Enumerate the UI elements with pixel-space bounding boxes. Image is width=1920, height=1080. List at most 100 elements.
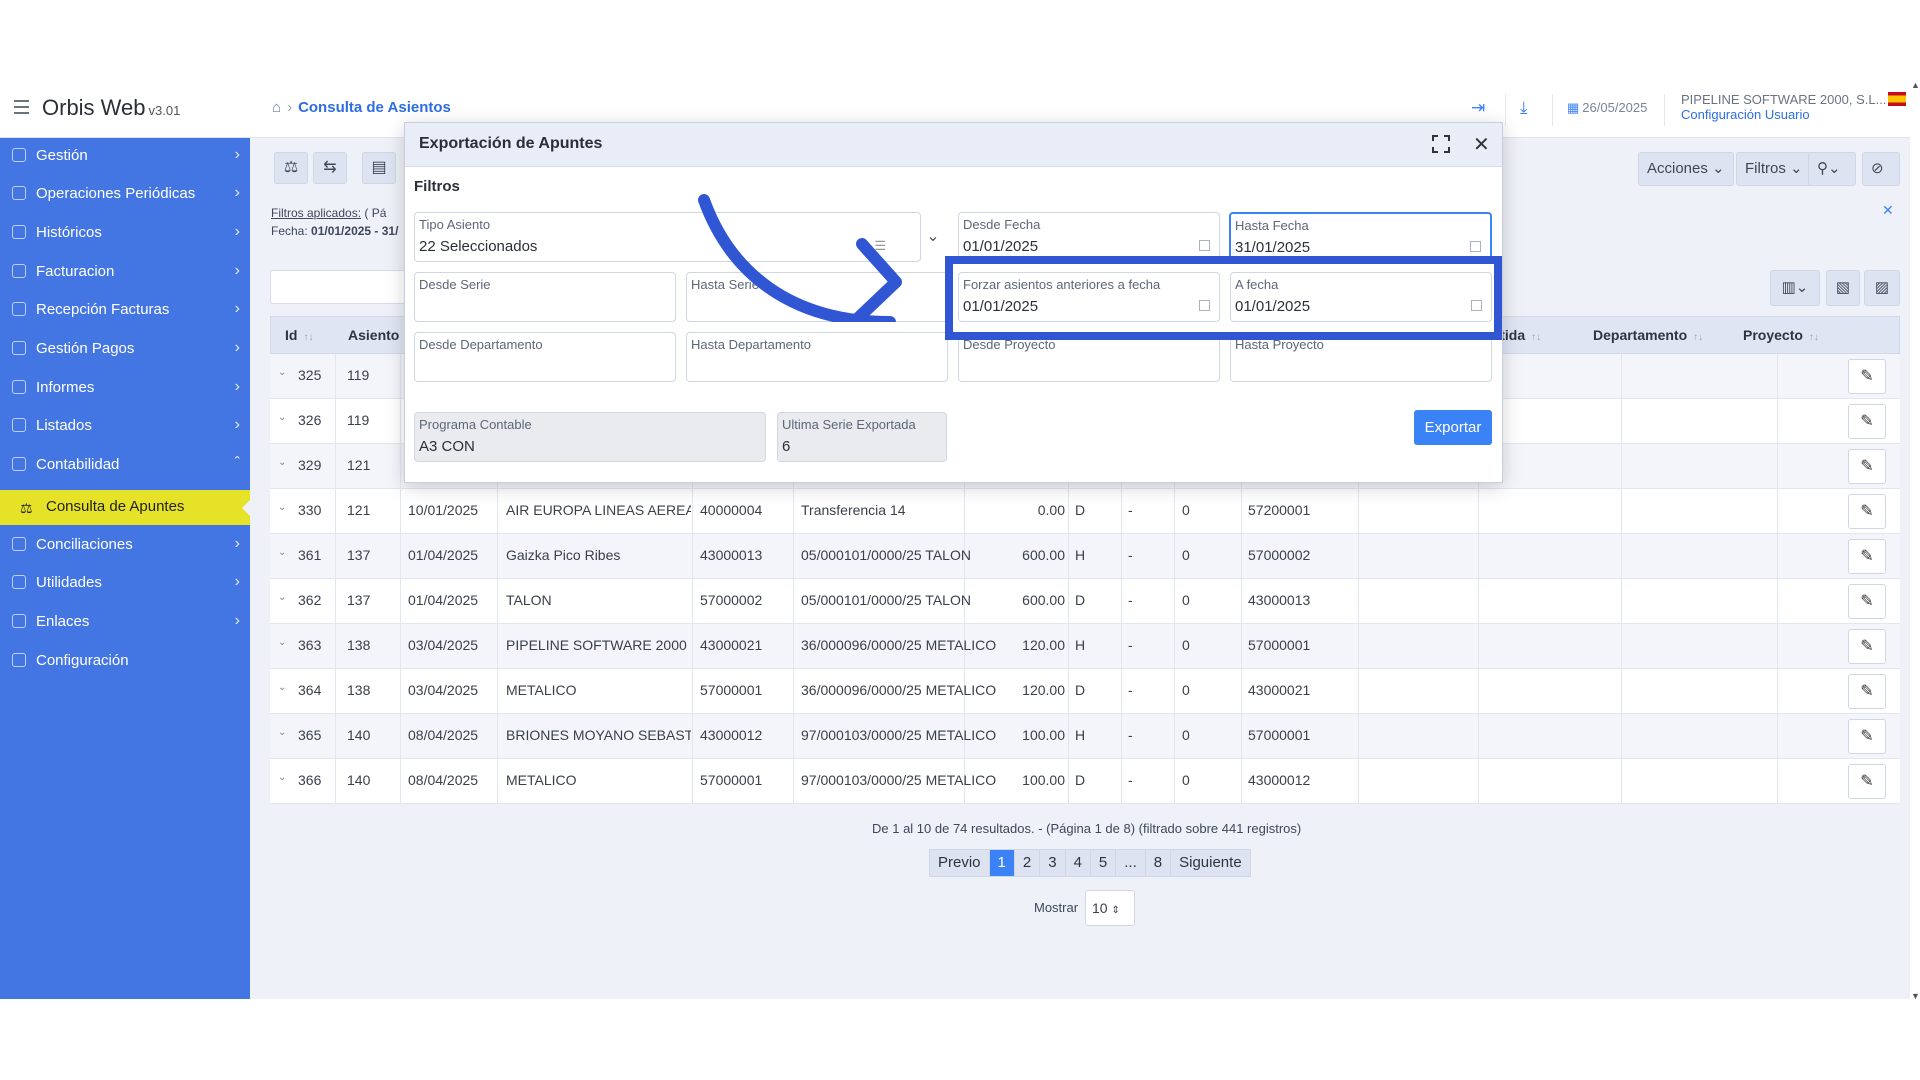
- calendar-icon[interactable]: [1470, 241, 1481, 252]
- page-size-select[interactable]: 10 ⇕: [1085, 890, 1135, 926]
- sidebar-subitem-consulta-apuntes[interactable]: ⚖ Consulta de Apuntes: [0, 490, 250, 525]
- sidebar-item-recepcion[interactable]: Recepción Facturas ›: [0, 292, 250, 330]
- next-page-button[interactable]: Siguiente: [1171, 850, 1250, 876]
- column-divider: [1358, 534, 1359, 578]
- column-divider: [1621, 759, 1622, 803]
- sidebar-item-utilidades[interactable]: Utilidades ›: [0, 565, 250, 603]
- sidebar-item-listados[interactable]: Listados ›: [0, 408, 250, 446]
- expand-row-icon[interactable]: ⌄: [278, 502, 286, 513]
- chevron-right-icon: ›: [234, 535, 240, 552]
- scroll-down-icon[interactable]: ▼: [1911, 991, 1920, 1001]
- sidebar-item-historicos[interactable]: Históricos ›: [0, 215, 250, 253]
- expand-row-icon[interactable]: ⌄: [278, 637, 286, 648]
- page-button[interactable]: 5: [1091, 850, 1117, 876]
- column-divider: [793, 624, 794, 668]
- edit-button[interactable]: ✎: [1848, 494, 1886, 529]
- home-icon[interactable]: ⌂: [272, 99, 281, 116]
- search-input[interactable]: [270, 270, 410, 304]
- col-proyecto[interactable]: Proyecto ↑↓: [1743, 327, 1819, 343]
- sidebar-item-informes[interactable]: Informes ›: [0, 370, 250, 408]
- edit-button[interactable]: ✎: [1848, 404, 1886, 439]
- hasta-fecha-field[interactable]: Hasta Fecha 31/01/2025: [1229, 212, 1492, 262]
- sidebar-item-configuracion[interactable]: Configuración: [0, 643, 250, 681]
- edit-button[interactable]: ✎: [1848, 584, 1886, 619]
- calendar-icon[interactable]: [1199, 240, 1210, 251]
- clear-filter-icon[interactable]: ⊘: [1862, 152, 1900, 186]
- table-row[interactable]: ⌄ 363 138 03/04/2025 PIPELINE SOFTWARE 2000 …: [270, 624, 1900, 669]
- table-row[interactable]: ⌄ 362 137 01/04/2025 TALON 57000002 05/000101/…: [270, 579, 1900, 624]
- sidebar-item-facturacion[interactable]: Facturacion ›: [0, 254, 250, 292]
- columns-button[interactable]: ▥⌄: [1770, 270, 1820, 306]
- spain-flag-icon[interactable]: [1888, 92, 1906, 106]
- page-button[interactable]: 1: [989, 850, 1015, 876]
- menu-icon[interactable]: [14, 100, 29, 114]
- expand-row-icon[interactable]: ⌄: [278, 547, 286, 558]
- hasta-departamento-field[interactable]: Hasta Departamento: [686, 332, 948, 382]
- expand-row-icon[interactable]: ⌄: [278, 412, 286, 423]
- user-config-link[interactable]: Configuración Usuario: [1681, 107, 1886, 122]
- expand-row-icon[interactable]: ⌄: [278, 457, 286, 468]
- scrollbar[interactable]: ▲ ▼: [1910, 80, 1920, 1001]
- table-row[interactable]: ⌄ 364 138 03/04/2025 METALICO 57000001 36/0000…: [270, 669, 1900, 714]
- filter-settings-icon[interactable]: ⚲⌄: [1808, 152, 1856, 186]
- edit-button[interactable]: ✎: [1848, 764, 1886, 799]
- transfer-button[interactable]: ⇆: [313, 152, 347, 184]
- desde-fecha-field[interactable]: Desde Fecha 01/01/2025: [958, 212, 1220, 262]
- desde-departamento-field[interactable]: Desde Departamento: [414, 332, 676, 382]
- filters-applied-label[interactable]: Filtros aplicados:: [271, 206, 361, 220]
- cell-concepto: 05/000101/0000/25 TALON: [801, 547, 971, 563]
- acciones-dropdown[interactable]: Acciones ⌄: [1638, 152, 1734, 186]
- page-button[interactable]: 8: [1146, 850, 1172, 876]
- edit-button[interactable]: ✎: [1848, 539, 1886, 574]
- edit-button[interactable]: ✎: [1848, 629, 1886, 664]
- export-button[interactable]: ▤: [362, 152, 396, 184]
- chevron-down-icon[interactable]: ⌄: [921, 212, 945, 262]
- sidebar-item-operaciones[interactable]: Operaciones Periódicas ›: [0, 176, 250, 214]
- cell-asiento: 140: [347, 772, 371, 788]
- page-button[interactable]: 2: [1015, 850, 1041, 876]
- download-icon[interactable]: ⤓: [1520, 98, 1528, 118]
- close-icon[interactable]: ✕: [1473, 132, 1490, 157]
- expand-row-icon[interactable]: ⌄: [278, 772, 286, 783]
- balance-button[interactable]: ⚖: [274, 152, 308, 184]
- col-asiento[interactable]: Asiento: [348, 327, 399, 343]
- sidebar-item-pagos[interactable]: Gestión Pagos ›: [0, 331, 250, 369]
- excel-export-icon[interactable]: ▧: [1826, 270, 1860, 306]
- exportar-button[interactable]: Exportar: [1414, 410, 1492, 445]
- col-departamento[interactable]: Departamento ↑↓: [1593, 327, 1703, 343]
- expand-row-icon[interactable]: ⌄: [278, 727, 286, 738]
- expand-row-icon[interactable]: ⌄: [278, 367, 286, 378]
- expand-row-icon[interactable]: ⌄: [278, 682, 286, 693]
- scroll-up-icon[interactable]: ▲: [1911, 80, 1920, 90]
- table-row[interactable]: ⌄ 330 121 10/01/2025 AIR EUROPA LINEAS AEREA…: [270, 489, 1900, 534]
- col-id[interactable]: Id ↑↓: [285, 327, 313, 343]
- column-divider: [335, 579, 336, 623]
- expand-row-icon[interactable]: ⌄: [278, 592, 286, 603]
- table-row[interactable]: ⌄ 361 137 01/04/2025 Gaizka Pico Ribes 430000…: [270, 534, 1900, 579]
- edit-button[interactable]: ✎: [1848, 449, 1886, 484]
- table-row[interactable]: ⌄ 366 140 08/04/2025 METALICO 57000001 97/0001…: [270, 759, 1900, 804]
- column-divider: [793, 489, 794, 533]
- edit-button[interactable]: ✎: [1848, 674, 1886, 709]
- pdf-export-icon[interactable]: ▨: [1864, 270, 1900, 306]
- maximize-icon[interactable]: [1432, 135, 1450, 153]
- breadcrumb-current[interactable]: Consulta de Asientos: [298, 99, 451, 116]
- edit-button[interactable]: ✎: [1848, 359, 1886, 394]
- filtros-dropdown[interactable]: Filtros ⌄: [1736, 152, 1812, 186]
- sidebar-item-contabilidad[interactable]: Contabilidad ˆ: [0, 447, 250, 485]
- login-icon[interactable]: ⇥: [1471, 98, 1485, 118]
- column-divider: [1621, 354, 1622, 398]
- desde-serie-field[interactable]: Desde Serie: [414, 272, 676, 322]
- clear-filters-icon[interactable]: ✕: [1882, 202, 1894, 219]
- table-row[interactable]: ⌄ 365 140 08/04/2025 BRIONES MOYANO SEBASTIÁ…: [270, 714, 1900, 759]
- sidebar-item-conciliaciones[interactable]: Conciliaciones ›: [0, 527, 250, 565]
- page-button[interactable]: 4: [1066, 850, 1091, 876]
- sidebar-item-gestion[interactable]: Gestión ›: [0, 138, 250, 176]
- sidebar-item-enlaces[interactable]: Enlaces ›: [0, 604, 250, 642]
- prev-page-button[interactable]: Previo: [930, 850, 990, 876]
- edit-button[interactable]: ✎: [1848, 719, 1886, 754]
- page-button[interactable]: 3: [1040, 850, 1066, 876]
- column-divider: [400, 534, 401, 578]
- cell-cuenta: 40000004: [700, 502, 763, 518]
- cell-id: 363: [298, 637, 322, 653]
